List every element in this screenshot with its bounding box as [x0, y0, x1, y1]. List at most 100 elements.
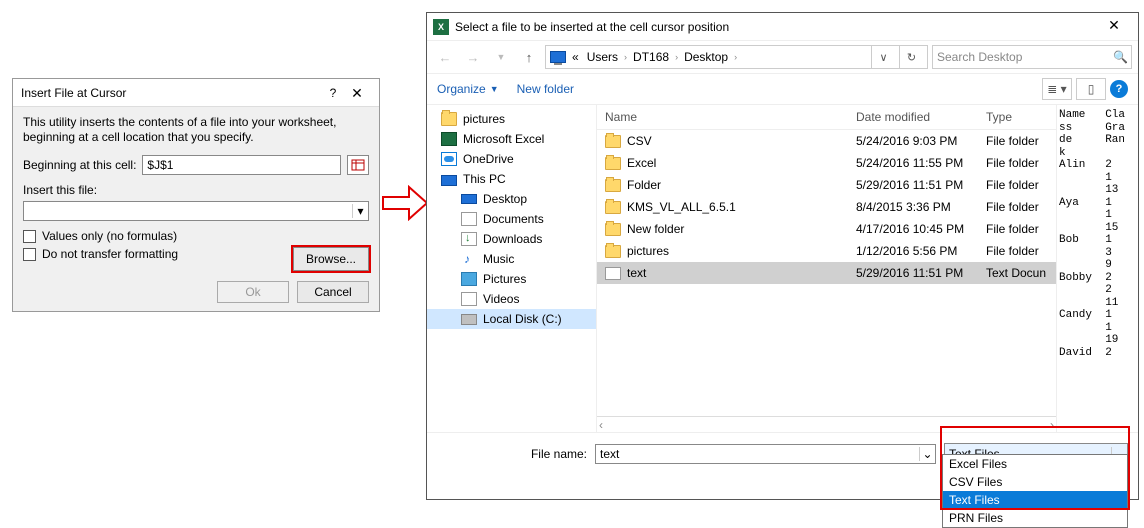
forward-button: → [461, 45, 485, 69]
up-button[interactable]: ↑ [517, 45, 541, 69]
values-only-checkbox[interactable] [23, 230, 36, 243]
list-row[interactable]: CSV5/24/2016 9:03 PMFile folder [597, 130, 1056, 152]
addr-dropdown-icon[interactable]: ∨ [871, 45, 895, 69]
filetype-dropdown[interactable]: Excel FilesCSV FilesText FilesPRN Files [942, 454, 1128, 528]
tree-item[interactable]: Desktop [427, 189, 596, 209]
list-header[interactable]: Name Date modified Type [597, 105, 1056, 130]
tree-item-label: Documents [483, 212, 544, 226]
folder-icon [441, 112, 457, 126]
folder-tree[interactable]: pictures Microsoft ExcelOneDriveThis PCDe… [427, 105, 597, 432]
file-name: New folder [627, 222, 684, 236]
tree-item[interactable]: Downloads [427, 229, 596, 249]
pic-icon [461, 272, 477, 286]
tree-item[interactable]: Music [427, 249, 596, 269]
file-type: Text Docun [978, 262, 1056, 284]
doc-icon [461, 212, 477, 226]
crumb-users[interactable]: Users [585, 50, 620, 64]
scrollbar-horizontal[interactable]: ‹› [597, 416, 1056, 432]
filename-value: text [596, 447, 919, 461]
col-name[interactable]: Name [597, 105, 848, 129]
tree-item[interactable]: This PC [427, 169, 596, 189]
file-type: File folder [978, 196, 1056, 218]
pc-icon [441, 175, 457, 186]
folder-icon [605, 245, 621, 258]
arrow-annotation [381, 185, 429, 221]
col-date[interactable]: Date modified [848, 105, 978, 129]
file-label: Insert this file: [23, 183, 369, 197]
tree-item[interactable]: Documents [427, 209, 596, 229]
refresh-button[interactable]: ↻ [899, 45, 923, 69]
dropdown-item[interactable]: Excel Files [943, 455, 1127, 473]
folder-icon [605, 179, 621, 192]
folder-icon [605, 157, 621, 170]
file-name: KMS_VL_ALL_6.5.1 [627, 200, 736, 214]
organize-menu[interactable]: Organize▼ [437, 82, 499, 96]
chevron-down-icon[interactable]: ⌄ [919, 447, 935, 461]
crumb-prefix[interactable]: « [570, 50, 581, 64]
list-row[interactable]: Excel5/24/2016 11:55 PMFile folder [597, 152, 1056, 174]
file-name: Excel [627, 156, 656, 170]
file-date: 5/24/2016 11:55 PM [848, 152, 978, 174]
vid-icon [461, 292, 477, 306]
file-combo[interactable]: ▾ [23, 201, 369, 221]
filename-combo[interactable]: text ⌄ [595, 444, 936, 464]
list-row[interactable]: KMS_VL_ALL_6.5.18/4/2015 3:36 PMFile fol… [597, 196, 1056, 218]
view-mode-button[interactable]: ≣ ▾ [1042, 78, 1072, 100]
address-bar[interactable]: « Users› DT168› Desktop› ∨ ↻ [545, 45, 928, 69]
tree-item[interactable]: Local Disk (C:) [427, 309, 596, 329]
chevron-down-icon: ▼ [490, 84, 499, 94]
list-row[interactable]: text5/29/2016 11:51 PMText Docun [597, 262, 1056, 284]
ref-picker-button[interactable] [347, 155, 369, 175]
file-picker-dialog: X Select a file to be inserted at the ce… [426, 12, 1139, 500]
tree-item-label: Videos [483, 292, 519, 306]
crumb-desktop[interactable]: Desktop [682, 50, 730, 64]
help-button[interactable]: ? [323, 79, 343, 107]
tree-item-label: pictures [463, 112, 505, 126]
file-date: 1/12/2016 5:56 PM [848, 240, 978, 262]
tree-item[interactable]: Pictures [427, 269, 596, 289]
nav-bar: ← → ▼ ↑ « Users› DT168› Desktop› ∨ ↻ Sea… [427, 41, 1138, 73]
crumb-dt168[interactable]: DT168 [631, 50, 671, 64]
dialog-titlebar: X Select a file to be inserted at the ce… [427, 13, 1138, 41]
file-date: 5/29/2016 11:51 PM [848, 174, 978, 196]
col-type[interactable]: Type [978, 105, 1056, 129]
search-icon: 🔍 [1113, 50, 1127, 64]
list-row[interactable]: Folder 5/29/2016 11:51 PMFile folder [597, 174, 1056, 196]
file-name: Folder [627, 178, 661, 192]
no-format-checkbox[interactable] [23, 248, 36, 261]
file-date: 5/29/2016 11:51 PM [848, 262, 978, 284]
preview-pane: Name Cla ss Gra de Ran k Alin 2 1 13 Aya… [1056, 105, 1138, 432]
tree-item-label: Downloads [483, 232, 542, 246]
dropdown-item[interactable]: PRN Files [943, 509, 1127, 527]
dropdown-item[interactable]: CSV Files [943, 473, 1127, 491]
browse-button[interactable]: Browse... [293, 247, 369, 271]
no-format-label: Do not transfer formatting [42, 247, 178, 261]
ok-button: Ok [217, 281, 289, 303]
close-button[interactable]: ✕ [343, 79, 371, 107]
list-row[interactable]: pictures1/12/2016 5:56 PMFile folder [597, 240, 1056, 262]
dl-icon [461, 232, 477, 246]
dropdown-item[interactable]: Text Files [943, 491, 1127, 509]
close-button[interactable]: ✕ [1096, 17, 1132, 37]
help-button[interactable]: ? [1110, 80, 1128, 98]
preview-pane-button[interactable]: ▯ [1076, 78, 1106, 100]
file-type: File folder [978, 130, 1056, 152]
new-folder-button[interactable]: New folder [517, 82, 574, 96]
xl-icon [441, 132, 457, 146]
tree-item[interactable]: Microsoft Excel [427, 129, 596, 149]
tree-item[interactable]: Videos [427, 289, 596, 309]
od-icon [441, 152, 457, 166]
cancel-button[interactable]: Cancel [297, 281, 369, 303]
chevron-down-icon[interactable]: ▾ [352, 204, 368, 218]
back-button[interactable]: ← [433, 45, 457, 69]
tree-item[interactable]: pictures [427, 109, 596, 129]
tree-item-label: Pictures [483, 272, 526, 286]
recent-button[interactable]: ▼ [489, 45, 513, 69]
dialog-title: Insert File at Cursor [21, 79, 323, 107]
list-row[interactable]: New folder4/17/2016 10:45 PMFile folder [597, 218, 1056, 240]
begin-cell-input[interactable] [142, 155, 341, 175]
dsk-icon [461, 314, 477, 325]
file-type: File folder [978, 174, 1056, 196]
tree-item[interactable]: OneDrive [427, 149, 596, 169]
search-input[interactable]: Search Desktop 🔍 [932, 45, 1132, 69]
